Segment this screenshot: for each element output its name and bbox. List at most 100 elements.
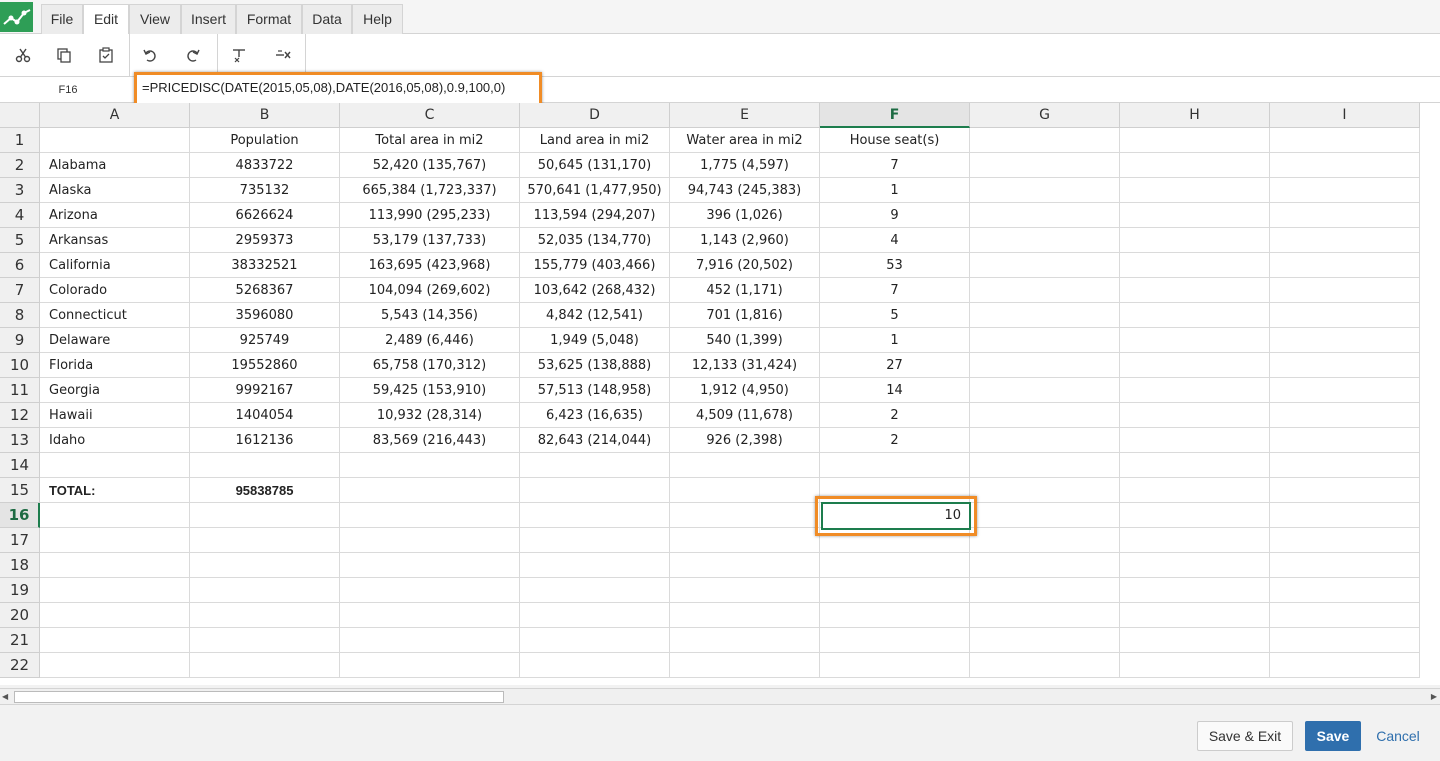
cell-c14[interactable]: [340, 453, 520, 478]
cell-h2[interactable]: [1120, 153, 1270, 178]
cell-c21[interactable]: [340, 628, 520, 653]
cell-b14[interactable]: [190, 453, 340, 478]
cell-e7[interactable]: 452 (1,171): [670, 278, 820, 303]
cell-c13[interactable]: 83,569 (216,443): [340, 428, 520, 453]
cell-d16[interactable]: [520, 503, 670, 528]
cut-icon[interactable]: [10, 43, 36, 67]
cell-h12[interactable]: [1120, 403, 1270, 428]
cell-a21[interactable]: [40, 628, 190, 653]
column-header-e[interactable]: E: [670, 103, 820, 128]
cell-h4[interactable]: [1120, 203, 1270, 228]
menu-help[interactable]: Help: [352, 4, 403, 35]
cell-a18[interactable]: [40, 553, 190, 578]
cell-b1[interactable]: Population: [190, 128, 340, 153]
cell-g12[interactable]: [970, 403, 1120, 428]
cell-d1[interactable]: Land area in mi2: [520, 128, 670, 153]
cell-i20[interactable]: [1270, 603, 1420, 628]
cell-a8[interactable]: Connecticut: [40, 303, 190, 328]
cell-e4[interactable]: 396 (1,026): [670, 203, 820, 228]
cell-e21[interactable]: [670, 628, 820, 653]
cell-c10[interactable]: 65,758 (170,312): [340, 353, 520, 378]
cell-a19[interactable]: [40, 578, 190, 603]
row-header-16[interactable]: 16: [0, 503, 40, 528]
cell-f14[interactable]: [820, 453, 970, 478]
redo-icon[interactable]: [180, 43, 206, 67]
row-header-7[interactable]: 7: [0, 278, 40, 303]
cell-a16[interactable]: [40, 503, 190, 528]
cell-h16[interactable]: [1120, 503, 1270, 528]
cell-i21[interactable]: [1270, 628, 1420, 653]
active-cell-highlight[interactable]: 10: [815, 496, 977, 536]
cell-c7[interactable]: 104,094 (269,602): [340, 278, 520, 303]
menu-format[interactable]: Format: [236, 4, 302, 35]
cell-c1[interactable]: Total area in mi2: [340, 128, 520, 153]
cell-b22[interactable]: [190, 653, 340, 678]
cell-h20[interactable]: [1120, 603, 1270, 628]
cell-f6[interactable]: 53: [820, 253, 970, 278]
cell-h18[interactable]: [1120, 553, 1270, 578]
cell-h9[interactable]: [1120, 328, 1270, 353]
row-header-5[interactable]: 5: [0, 228, 40, 253]
cell-c2[interactable]: 52,420 (135,767): [340, 153, 520, 178]
cell-d7[interactable]: 103,642 (268,432): [520, 278, 670, 303]
cell-e16[interactable]: [670, 503, 820, 528]
cell-h17[interactable]: [1120, 528, 1270, 553]
cell-e15[interactable]: [670, 478, 820, 503]
cell-d10[interactable]: 53,625 (138,888): [520, 353, 670, 378]
cell-c5[interactable]: 53,179 (137,733): [340, 228, 520, 253]
cell-f20[interactable]: [820, 603, 970, 628]
column-header-f[interactable]: F: [820, 103, 970, 128]
cell-b6[interactable]: 38332521: [190, 253, 340, 278]
cell-d8[interactable]: 4,842 (12,541): [520, 303, 670, 328]
cell-d11[interactable]: 57,513 (148,958): [520, 378, 670, 403]
cell-i13[interactable]: [1270, 428, 1420, 453]
cell-f4[interactable]: 9: [820, 203, 970, 228]
cell-b10[interactable]: 19552860: [190, 353, 340, 378]
row-header-14[interactable]: 14: [0, 453, 40, 478]
cell-i5[interactable]: [1270, 228, 1420, 253]
cell-d6[interactable]: 155,779 (403,466): [520, 253, 670, 278]
cell-h21[interactable]: [1120, 628, 1270, 653]
cell-e3[interactable]: 94,743 (245,383): [670, 178, 820, 203]
cell-a5[interactable]: Arkansas: [40, 228, 190, 253]
cell-f1[interactable]: House seat(s): [820, 128, 970, 153]
cell-g14[interactable]: [970, 453, 1120, 478]
cell-h7[interactable]: [1120, 278, 1270, 303]
row-header-11[interactable]: 11: [0, 378, 40, 403]
cell-i11[interactable]: [1270, 378, 1420, 403]
cell-b7[interactable]: 5268367: [190, 278, 340, 303]
cell-c3[interactable]: 665,384 (1,723,337): [340, 178, 520, 203]
formula-input[interactable]: =PRICEDISC(DATE(2015,05,08),DATE(2016,05…: [134, 72, 542, 106]
cell-c11[interactable]: 59,425 (153,910): [340, 378, 520, 403]
cell-a22[interactable]: [40, 653, 190, 678]
cell-a14[interactable]: [40, 453, 190, 478]
cell-a4[interactable]: Arizona: [40, 203, 190, 228]
cell-d15[interactable]: [520, 478, 670, 503]
cell-e5[interactable]: 1,143 (2,960): [670, 228, 820, 253]
row-header-9[interactable]: 9: [0, 328, 40, 353]
row-header-13[interactable]: 13: [0, 428, 40, 453]
column-header-g[interactable]: G: [970, 103, 1120, 128]
cell-g21[interactable]: [970, 628, 1120, 653]
cell-h3[interactable]: [1120, 178, 1270, 203]
cell-b13[interactable]: 1612136: [190, 428, 340, 453]
cancel-button[interactable]: Cancel: [1372, 721, 1424, 751]
cell-e20[interactable]: [670, 603, 820, 628]
cell-g16[interactable]: [970, 503, 1120, 528]
cell-d12[interactable]: 6,423 (16,635): [520, 403, 670, 428]
cell-c15[interactable]: [340, 478, 520, 503]
cell-h8[interactable]: [1120, 303, 1270, 328]
cell-i1[interactable]: [1270, 128, 1420, 153]
cell-f18[interactable]: [820, 553, 970, 578]
row-header-18[interactable]: 18: [0, 553, 40, 578]
column-header-d[interactable]: D: [520, 103, 670, 128]
cell-f9[interactable]: 1: [820, 328, 970, 353]
cell-i14[interactable]: [1270, 453, 1420, 478]
cell-b18[interactable]: [190, 553, 340, 578]
cell-g6[interactable]: [970, 253, 1120, 278]
cell-c20[interactable]: [340, 603, 520, 628]
horizontal-scrollbar[interactable]: ◀ ▶: [0, 688, 1440, 705]
cell-h10[interactable]: [1120, 353, 1270, 378]
select-all-corner[interactable]: [0, 103, 40, 128]
cell-g13[interactable]: [970, 428, 1120, 453]
